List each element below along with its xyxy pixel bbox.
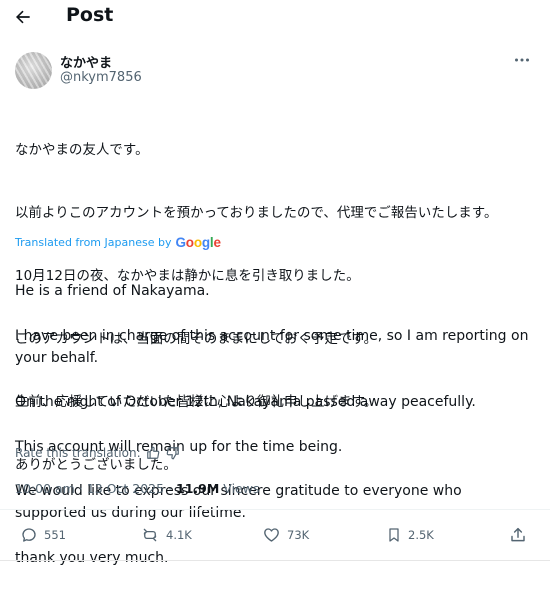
arrow-left-icon (16, 10, 30, 24)
views-label: Views (223, 481, 260, 496)
more-options-button[interactable] (511, 52, 533, 68)
share-button[interactable] (509, 518, 527, 552)
repost-icon (143, 528, 157, 542)
like-button[interactable]: 73K (262, 518, 309, 552)
thumbs-down-button[interactable] (165, 445, 181, 461)
back-button[interactable] (10, 5, 36, 29)
meta-separator: · (78, 481, 83, 496)
reply-count: 551 (44, 528, 66, 542)
translation-line: On the night of October 12th, Nakayama p… (15, 394, 476, 411)
author-handle[interactable]: @nkym7856 (60, 70, 142, 85)
thumbs-down-icon (166, 447, 179, 460)
translation-attribution[interactable]: Translated from Japanese by Google (15, 235, 221, 250)
post-time[interactable]: 10:00 am (15, 481, 75, 496)
more-dots-icon (515, 58, 529, 62)
bookmark-icon (389, 528, 399, 542)
reply-button[interactable]: 551 (20, 518, 66, 552)
translation-line: I have been in charge of this account fo… (15, 327, 529, 366)
avatar[interactable] (15, 52, 52, 89)
bookmark-count: 2.5K (408, 528, 434, 542)
rate-translation: Rate this translation: (15, 445, 181, 461)
repost-count: 4.1K (166, 528, 192, 542)
thumbs-up-button[interactable] (145, 445, 161, 461)
thumbs-up-icon (146, 446, 159, 459)
post-date[interactable]: 13 Oct 2025 (87, 481, 164, 496)
page-title: Post (66, 4, 114, 26)
like-count: 73K (287, 528, 310, 542)
post-text-line: 以前よりこのアカウントを預かっておりましたので、代理でご報告いたします。 (15, 206, 498, 221)
translated-label: Translated from Japanese by (15, 236, 172, 249)
post-text-line: なかやまの友人です。 (15, 143, 149, 158)
divider (0, 509, 550, 510)
meta-separator: · (168, 481, 173, 496)
post-meta: 10:00 am · 13 Oct 2025 · 11.9M Views (15, 481, 259, 496)
google-logo: Google (175, 235, 221, 250)
divider (0, 560, 550, 561)
rate-label: Rate this translation: (15, 446, 141, 460)
views-count: 11.9M (176, 481, 220, 496)
share-icon (511, 527, 525, 542)
heart-icon (264, 528, 279, 542)
bookmark-button[interactable]: 2.5K (386, 518, 434, 552)
repost-button[interactable]: 4.1K (140, 518, 192, 552)
action-bar: 551 4.1K 73K 2.5K (0, 518, 550, 552)
author-display-name[interactable]: なかやま (60, 52, 112, 71)
top-bar: Post (0, 0, 550, 34)
reply-icon (22, 528, 36, 542)
translation-line: He is a friend of Nakayama. (15, 283, 210, 300)
